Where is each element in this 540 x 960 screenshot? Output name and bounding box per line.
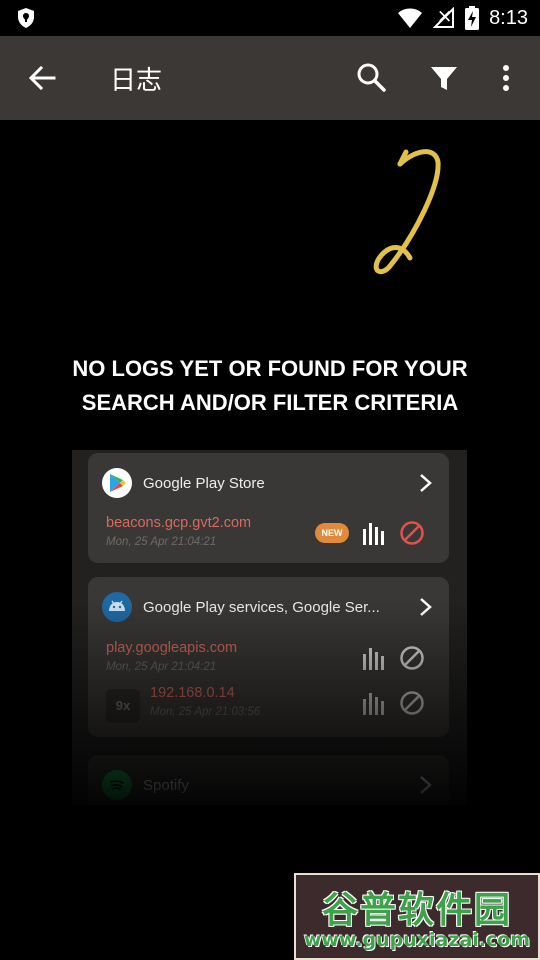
wifi-icon [398,8,423,28]
search-icon[interactable] [354,60,390,96]
no-signal-icon [433,7,455,28]
log-entry: play.googleapis.com Mon, 25 Apr 21:04:21 [106,640,437,680]
block-icon [400,521,424,545]
chevron-right-icon [420,598,432,616]
log-entry: beacons.gcp.gvt2.com Mon, 25 Apr 21:04:2… [106,515,437,555]
new-badge: NEW [315,523,349,543]
filter-icon[interactable] [426,60,462,96]
status-time: 8:13 [489,6,528,29]
watermark-logo: 谷普软件园 www.gupuxiazai.com [294,873,540,960]
log-time: Mon, 25 Apr 21:04:21 [106,661,217,673]
bars-chart-icon [363,693,384,715]
log-time: Mon, 25 Apr 21:03:56 [150,706,261,718]
shield-icon [18,8,34,28]
google-play-store-icon [102,468,132,498]
android-icon [102,592,132,622]
count-badge: 9x [106,689,140,723]
battery-charging-icon [465,6,480,30]
app-name: Google Play services, Google Ser... [143,598,380,616]
log-domain: 192.168.0.14 [150,685,235,701]
page-title: 日志 [110,66,163,96]
app-name: Spotify [143,776,189,794]
watermark-url: www.gupuxiazai.com [303,929,531,951]
app-log-card: Spotify [88,755,449,805]
app-log-card: Google Play services, Google Ser... play… [88,577,449,737]
bars-chart-icon [363,648,384,670]
app-log-card: Google Play Store beacons.gcp.gvt2.com M… [88,453,449,563]
app-row: Google Play Store [102,467,435,499]
block-icon [400,691,424,715]
squiggle-arrow-illustration [373,149,441,275]
chevron-right-icon [420,474,432,492]
status-bar: 8:13 [0,0,540,36]
bars-chart-icon [363,523,384,545]
log-time: Mon, 25 Apr 21:04:21 [106,536,217,548]
spotify-icon [102,770,132,800]
log-entry: 9x 192.168.0.14 Mon, 25 Apr 21:03:56 [106,685,437,725]
empty-state-message: NO LOGS YET OR FOUND FOR YOUR SEARCH AND… [72,356,468,415]
watermark-title: 谷普软件园 [321,890,512,931]
block-icon [400,646,424,670]
arrow-back-icon[interactable] [24,60,60,96]
app-bar: 日志 [0,36,540,120]
log-domain: play.googleapis.com [106,640,238,656]
log-preview-illustration: Google Play Store beacons.gcp.gvt2.com M… [72,450,467,805]
app-name: Google Play Store [143,474,265,492]
app-row: Spotify [102,769,435,801]
log-domain: beacons.gcp.gvt2.com [106,515,252,531]
more-vert-icon[interactable] [494,60,518,96]
chevron-right-icon [420,776,432,794]
app-row: Google Play services, Google Ser... [102,591,435,623]
